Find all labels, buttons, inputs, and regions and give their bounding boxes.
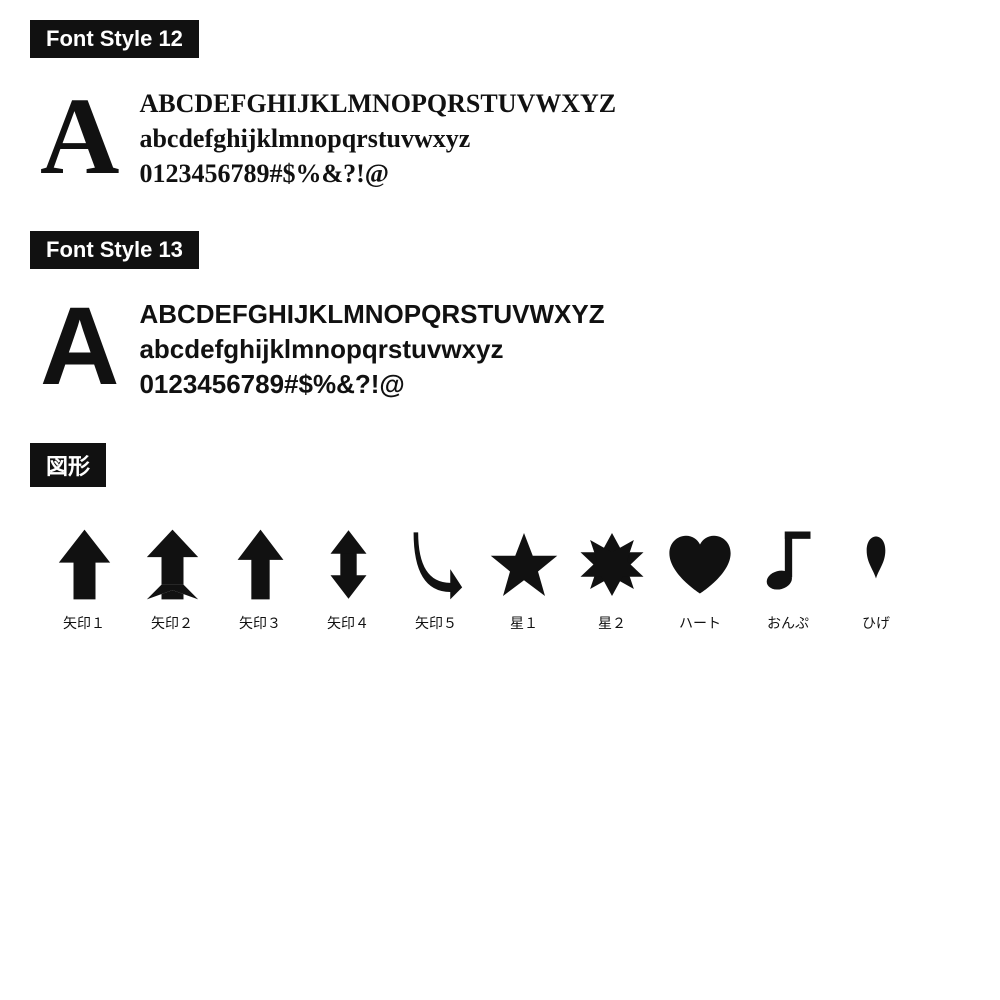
arrow4-icon: [313, 525, 383, 605]
font-style-12-numbers: 0123456789#$%&?!@: [139, 156, 616, 191]
arrow2-icon: [137, 525, 207, 605]
star2-icon: [577, 525, 647, 605]
arrow3-label: 矢印３: [239, 613, 281, 633]
font-style-13-demo: A ABCDEFGHIJKLMNOPQRSTUVWXYZ abcdefghijk…: [30, 287, 970, 402]
font-style-13-big-a: A: [40, 292, 119, 402]
shapes-label: 図形: [30, 443, 106, 487]
page: Font Style 12 A ABCDEFGHIJKLMNOPQRSTUVWX…: [0, 0, 1000, 653]
shape-arrow3: 矢印３: [216, 525, 304, 633]
font-style-12-section: Font Style 12 A ABCDEFGHIJKLMNOPQRSTUVWX…: [30, 20, 970, 191]
arrow1-label: 矢印１: [63, 613, 105, 633]
mustache-icon: [841, 525, 911, 605]
font-style-13-chars: ABCDEFGHIJKLMNOPQRSTUVWXYZ abcdefghijklm…: [139, 287, 604, 402]
font-style-12-demo: A ABCDEFGHIJKLMNOPQRSTUVWXYZ abcdefghijk…: [30, 76, 970, 191]
font-style-12-big-a: A: [40, 81, 119, 191]
arrow5-icon: [401, 525, 471, 605]
arrow2-label: 矢印２: [151, 613, 193, 633]
shape-star1: 星１: [480, 525, 568, 633]
font-style-12-uppercase: ABCDEFGHIJKLMNOPQRSTUVWXYZ: [139, 86, 616, 121]
font-style-13-uppercase: ABCDEFGHIJKLMNOPQRSTUVWXYZ: [139, 297, 604, 332]
shape-arrow2: 矢印２: [128, 525, 216, 633]
font-style-13-lowercase: abcdefghijklmnopqrstuvwxyz: [139, 332, 604, 367]
font-style-12-chars: ABCDEFGHIJKLMNOPQRSTUVWXYZ abcdefghijklm…: [139, 76, 616, 191]
font-style-13-label: Font Style 13: [30, 231, 199, 269]
shape-note: おんぷ: [744, 525, 832, 633]
shapes-section: 図形 矢印１ 矢印２: [30, 443, 970, 633]
font-style-12-lowercase: abcdefghijklmnopqrstuvwxyz: [139, 121, 616, 156]
heart-icon: [665, 525, 735, 605]
shape-heart: ハート: [656, 525, 744, 633]
star1-label: 星１: [510, 613, 538, 633]
arrow1-icon: [49, 525, 119, 605]
font-style-12-label: Font Style 12: [30, 20, 199, 58]
font-style-13-numbers: 0123456789#$%&?!@: [139, 367, 604, 402]
arrow4-label: 矢印４: [327, 613, 369, 633]
note-icon: [753, 525, 823, 605]
heart-label: ハート: [679, 613, 721, 633]
note-label: おんぷ: [767, 613, 809, 633]
mustache-label: ひげ: [862, 613, 890, 633]
star2-label: 星２: [598, 613, 626, 633]
shape-arrow5: 矢印５: [392, 525, 480, 633]
shape-mustache: ひげ: [832, 525, 920, 633]
font-style-13-section: Font Style 13 A ABCDEFGHIJKLMNOPQRSTUVWX…: [30, 231, 970, 402]
shape-star2: 星２: [568, 525, 656, 633]
arrow3-icon: [225, 525, 295, 605]
arrow5-label: 矢印５: [415, 613, 457, 633]
shape-arrow1: 矢印１: [40, 525, 128, 633]
star1-icon: [489, 525, 559, 605]
shapes-grid: 矢印１ 矢印２: [30, 525, 970, 633]
shape-arrow4: 矢印４: [304, 525, 392, 633]
